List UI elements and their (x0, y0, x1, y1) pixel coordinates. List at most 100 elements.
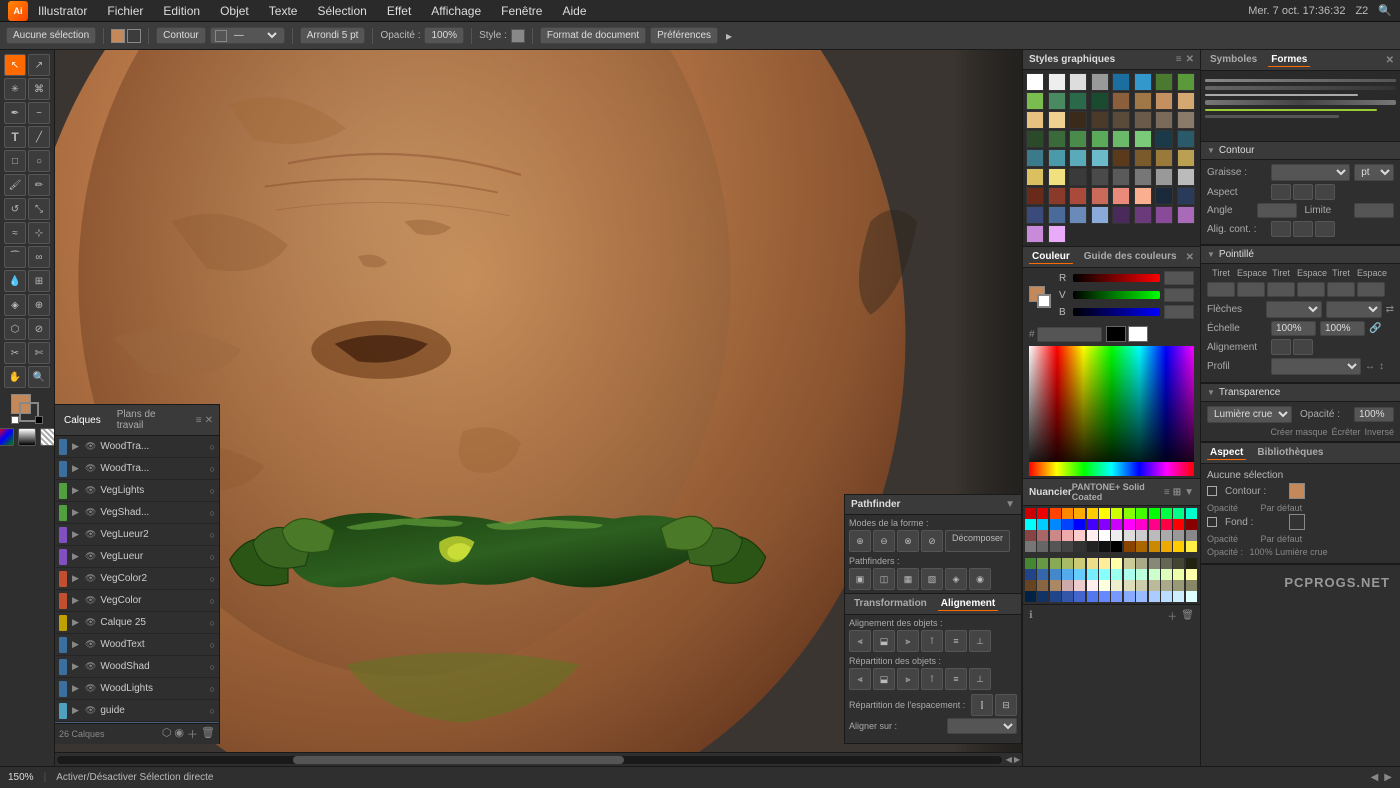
pal-swatch-ext-3[interactable] (1062, 558, 1073, 569)
tab-couleur[interactable]: Couleur (1029, 250, 1073, 264)
layer-vis-circle-7[interactable]: ○ (210, 596, 215, 606)
selection-indicator[interactable]: Aucune sélection (6, 27, 96, 44)
transparence-header[interactable]: ▼ Transparence (1201, 384, 1400, 402)
graisse-unit-select[interactable]: pt (1354, 164, 1394, 181)
layer-expand-10[interactable]: ▶ (72, 661, 79, 672)
pal-swatch-44[interactable] (1050, 541, 1061, 552)
style-swatch-9[interactable] (1048, 92, 1066, 110)
pal-swatch-4[interactable] (1074, 508, 1085, 519)
pal-swatch-ext-8[interactable] (1124, 558, 1135, 569)
pal-swatch-ext-49[interactable] (1111, 591, 1122, 602)
pal-swatch-41[interactable] (1186, 530, 1197, 541)
pointille-header[interactable]: ▼ Pointillé (1201, 246, 1400, 264)
hand-tool[interactable]: ✋ (4, 366, 26, 388)
format-doc-btn[interactable]: Format de document (540, 27, 646, 44)
pal-swatch-40[interactable] (1173, 530, 1184, 541)
style-swatch-42[interactable] (1069, 168, 1087, 186)
mode-btn-2[interactable]: ⊖ (873, 530, 895, 552)
fleches-select-2[interactable] (1326, 301, 1382, 318)
pal-swatch-11[interactable] (1161, 508, 1172, 519)
pal-swatch-ext-38[interactable] (1149, 580, 1160, 591)
style-swatch-26[interactable] (1069, 130, 1087, 148)
pal-swatch-37[interactable] (1136, 530, 1147, 541)
layer-eye-2[interactable]: 👁 (85, 485, 96, 496)
style-swatch-62[interactable] (1155, 206, 1173, 224)
toolbar-extra-btn[interactable]: ▸ (726, 29, 732, 43)
style-swatch-4[interactable] (1112, 73, 1130, 91)
type-tool[interactable]: T (4, 126, 26, 148)
pal-swatch-23[interactable] (1136, 519, 1147, 530)
tab-aspect[interactable]: Aspect (1207, 446, 1246, 460)
canvas-scrollbar-h[interactable]: ◀ ▶ (55, 752, 1022, 766)
curvature-tool[interactable]: ~ (28, 102, 50, 124)
layer-expand-3[interactable]: ▶ (72, 507, 79, 518)
layer-vis-circle-8[interactable]: ○ (210, 618, 215, 628)
pal-swatch-30[interactable] (1050, 530, 1061, 541)
scroll-left-btn[interactable]: ◀ (1006, 755, 1012, 764)
layer-item-2[interactable]: ▶ 👁 VegLights ○ (55, 480, 219, 502)
pal-swatch-ext-10[interactable] (1149, 558, 1160, 569)
layer-vis-circle-10[interactable]: ○ (210, 662, 215, 672)
tab-guide-couleurs[interactable]: Guide des couleurs (1081, 250, 1180, 264)
menu-effet[interactable]: Effet (383, 2, 415, 20)
menu-selection[interactable]: Sélection (313, 2, 370, 20)
pal-swatch-ext-35[interactable] (1111, 580, 1122, 591)
selection-tool[interactable]: ↖ (4, 54, 26, 76)
style-swatch-46[interactable] (1155, 168, 1173, 186)
layers-close-btn[interactable]: ✕ (205, 415, 213, 426)
layer-item-8[interactable]: ▶ 👁 Calque 25 ○ (55, 612, 219, 634)
style-swatch-64[interactable] (1026, 225, 1044, 243)
nuancier-list-btn[interactable]: ≡ (1164, 487, 1170, 498)
style-swatch-29[interactable] (1134, 130, 1152, 148)
pal-swatch-39[interactable] (1161, 530, 1172, 541)
pal-swatch-45[interactable] (1062, 541, 1073, 552)
layer-item-6[interactable]: ▶ 👁 VegColor2 ○ (55, 568, 219, 590)
style-swatch-61[interactable] (1134, 206, 1152, 224)
menu-illustrator[interactable]: Illustrator (34, 2, 91, 20)
pal-swatch-ext-37[interactable] (1136, 580, 1147, 591)
ellipse-tool[interactable]: ○ (28, 150, 50, 172)
pal-swatch-ext-28[interactable] (1025, 580, 1036, 591)
pal-swatch-9[interactable] (1136, 508, 1147, 519)
align-btn-2[interactable] (1293, 339, 1313, 355)
layer-expand-7[interactable]: ▶ (72, 595, 79, 606)
pal-swatch-50[interactable] (1124, 541, 1135, 552)
style-swatch-6[interactable] (1155, 73, 1173, 91)
style-swatch-31[interactable] (1177, 130, 1195, 148)
layer-eye-0[interactable]: 👁 (85, 441, 96, 452)
style-swatch-50[interactable] (1069, 187, 1087, 205)
style-swatch-21[interactable] (1134, 111, 1152, 129)
tab-calques[interactable]: Calques (61, 414, 104, 427)
pal-swatch-52[interactable] (1149, 541, 1160, 552)
inverse-btn[interactable]: Inversé (1364, 427, 1394, 437)
tiret-input-3[interactable] (1327, 282, 1355, 297)
style-swatch-55[interactable] (1177, 187, 1195, 205)
pal-swatch-46[interactable] (1074, 541, 1085, 552)
style-swatch-25[interactable] (1048, 130, 1066, 148)
scissors-tool[interactable]: ✄ (28, 342, 50, 364)
zoom-tool[interactable]: 🔍 (28, 366, 50, 388)
pal-swatch-0[interactable] (1025, 508, 1036, 519)
rep-btn-2[interactable]: ⬓ (873, 668, 895, 690)
rep-btn-1[interactable]: ⫷ (849, 668, 871, 690)
layer-eye-5[interactable]: 👁 (85, 551, 96, 562)
tab-bibliotheques[interactable]: Bibliothèques (1254, 446, 1326, 460)
pal-swatch-ext-53[interactable] (1161, 591, 1172, 602)
pal-swatch-ext-45[interactable] (1062, 591, 1073, 602)
nuancier-grid-btn[interactable]: ⊞ (1173, 487, 1181, 498)
pal-swatch-ext-12[interactable] (1173, 558, 1184, 569)
pal-swatch-43[interactable] (1037, 541, 1048, 552)
style-swatch-13[interactable] (1134, 92, 1152, 110)
layer-expand-6[interactable]: ▶ (72, 573, 79, 584)
pal-swatch-ext-47[interactable] (1087, 591, 1098, 602)
search-icon[interactable]: 🔍 (1378, 4, 1392, 17)
layer-vis-circle-1[interactable]: ○ (210, 464, 215, 474)
pal-swatch-19[interactable] (1087, 519, 1098, 530)
layer-vis-circle-9[interactable]: ○ (210, 640, 215, 650)
pal-swatch-ext-41[interactable] (1186, 580, 1197, 591)
layer-item-9[interactable]: ▶ 👁 WoodText ○ (55, 634, 219, 656)
style-swatch-56[interactable] (1026, 206, 1044, 224)
layer-item-1[interactable]: ▶ 👁 WoodTra... ○ (55, 458, 219, 480)
paintbrush-tool[interactable]: 🖌 (4, 174, 26, 196)
style-swatch-40[interactable] (1026, 168, 1044, 186)
